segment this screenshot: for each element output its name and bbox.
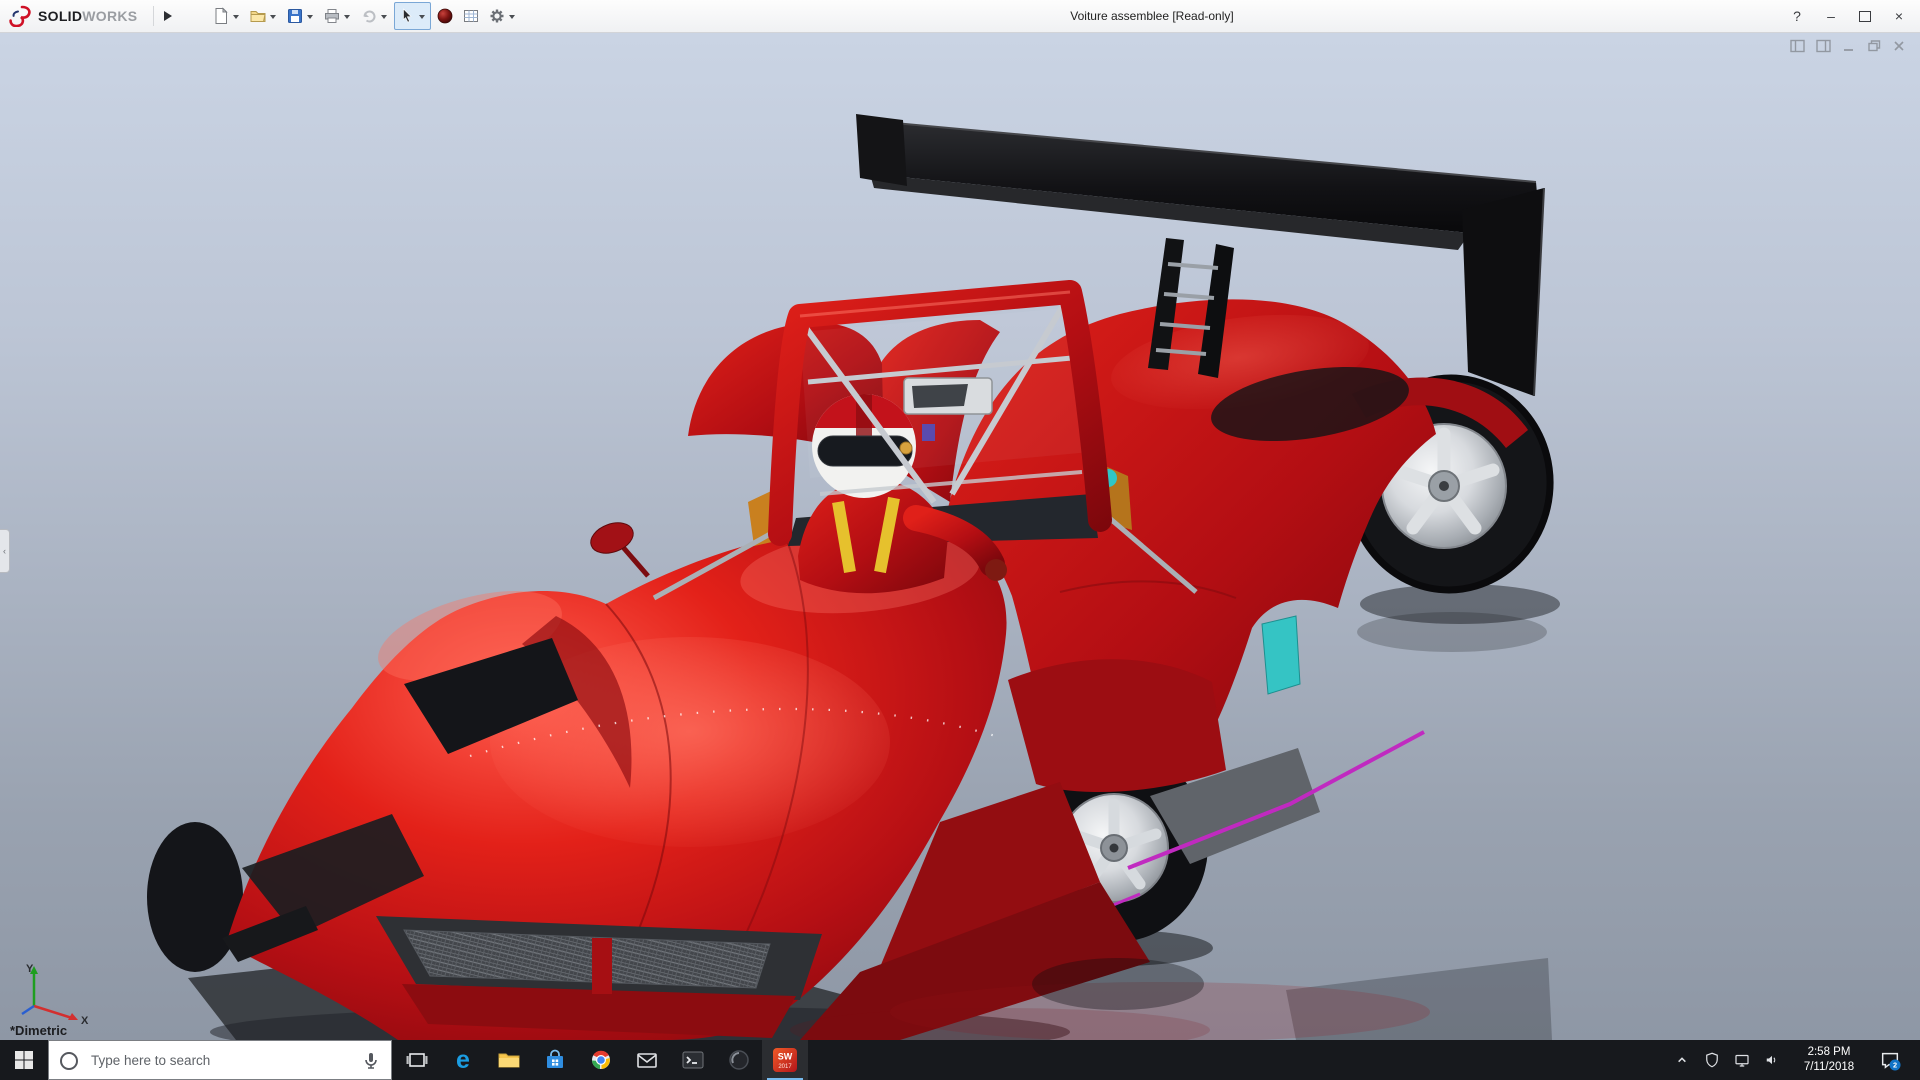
defender-tray-icon[interactable]	[1698, 1040, 1726, 1080]
print-icon	[323, 7, 341, 25]
mail-icon	[635, 1048, 659, 1072]
view-orientation-label: *Dimetric	[10, 1023, 67, 1038]
select-arrow-icon	[398, 7, 416, 25]
clock-date: 7/11/2018	[1796, 1060, 1862, 1075]
speaker-icon	[1763, 1051, 1781, 1069]
titlebar: SOLIDWORKS	[0, 0, 1920, 33]
svg-text:SW: SW	[778, 1052, 793, 1062]
expand-menu-arrow-icon[interactable]	[164, 11, 177, 21]
edge-icon: e	[456, 1048, 470, 1073]
open-folder-icon	[249, 7, 267, 25]
front-left-tire	[147, 822, 243, 972]
separator	[153, 6, 154, 26]
axis-x-label: X	[81, 1015, 89, 1024]
file-explorer-icon	[497, 1048, 521, 1072]
graphics-viewport[interactable]: ‹	[0, 32, 1920, 1040]
options-button[interactable]	[485, 3, 520, 29]
sheet-grid-icon	[462, 7, 480, 25]
pane-right-icon[interactable]	[1816, 39, 1832, 53]
microphone-icon[interactable]	[359, 1049, 383, 1073]
system-tray: 2:58 PM 7/11/2018 2	[1668, 1040, 1920, 1080]
open-button[interactable]	[246, 3, 281, 29]
task-view-button[interactable]	[394, 1040, 440, 1080]
new-document-icon	[212, 7, 230, 25]
dropdown-chevron-icon[interactable]	[381, 15, 387, 22]
document-window-controls	[1790, 39, 1906, 53]
dropdown-chevron-icon[interactable]	[509, 15, 515, 22]
car-model-3d[interactable]	[0, 32, 1920, 1040]
taskbar-search[interactable]	[48, 1040, 392, 1080]
undo-button[interactable]	[357, 3, 392, 29]
windscreen-header	[904, 378, 992, 414]
select-tool-button[interactable]	[394, 2, 431, 30]
dropdown-chevron-icon[interactable]	[270, 15, 276, 22]
browser-circle-icon	[589, 1048, 613, 1072]
edge-button[interactable]: e	[440, 1040, 486, 1080]
dropdown-chevron-icon[interactable]	[233, 15, 239, 22]
windows-logo-icon	[14, 1050, 34, 1070]
start-button[interactable]	[0, 1040, 48, 1080]
side-mirror	[587, 517, 648, 576]
volume-tray-icon[interactable]	[1758, 1040, 1786, 1080]
close-document-icon[interactable]	[1892, 39, 1906, 53]
solidworks-app-button[interactable]: SW 2017	[762, 1040, 808, 1080]
dark-app-button[interactable]	[716, 1040, 762, 1080]
restore-document-icon[interactable]	[1866, 39, 1882, 53]
save-floppy-icon	[286, 7, 304, 25]
store-icon	[543, 1048, 567, 1072]
cortana-ring-icon	[57, 1049, 81, 1073]
close-button[interactable]: ×	[1882, 0, 1916, 32]
red-sphere-icon	[436, 7, 454, 25]
brand-text: SOLIDWORKS	[38, 8, 137, 24]
drawing-sheet-button[interactable]	[459, 3, 483, 29]
action-center-button[interactable]: 2	[1872, 1040, 1908, 1080]
window-title: Voiture assemblee [Read-only]	[1070, 0, 1233, 32]
ds-logo-icon	[8, 5, 34, 27]
taskbar: e	[0, 1040, 1920, 1080]
cyan-duct	[1262, 616, 1300, 694]
help-button[interactable]: ?	[1780, 0, 1814, 32]
appearance-sphere-button[interactable]	[433, 3, 457, 29]
dropdown-chevron-icon[interactable]	[344, 15, 350, 22]
new-document-button[interactable]	[209, 3, 244, 29]
task-view-icon	[405, 1048, 429, 1072]
taskbar-apps: e	[394, 1040, 808, 1080]
store-button[interactable]	[532, 1040, 578, 1080]
chevron-up-icon	[1672, 1050, 1692, 1070]
dropdown-chevron-icon[interactable]	[307, 15, 313, 22]
orientation-triad: Y X	[18, 960, 98, 1024]
file-explorer-button[interactable]	[486, 1040, 532, 1080]
mail-button[interactable]	[624, 1040, 670, 1080]
network-tray-icon[interactable]	[1728, 1040, 1756, 1080]
search-input[interactable]	[89, 1052, 343, 1069]
dark-app-icon	[727, 1048, 751, 1072]
action-center-icon: 2	[1879, 1049, 1901, 1071]
restore-icon	[1859, 11, 1871, 22]
minimize-document-icon[interactable]	[1842, 39, 1856, 53]
browser-button[interactable]	[578, 1040, 624, 1080]
notification-badge: 2	[1893, 1061, 1897, 1070]
restore-button[interactable]	[1848, 0, 1882, 32]
dropdown-chevron-icon[interactable]	[419, 15, 425, 22]
minimize-button[interactable]: –	[1814, 0, 1848, 32]
hidden-icons-button[interactable]	[1668, 1040, 1696, 1080]
taskbar-clock[interactable]: 2:58 PM 7/11/2018	[1788, 1045, 1870, 1075]
print-button[interactable]	[320, 3, 355, 29]
network-icon	[1733, 1051, 1751, 1069]
undo-icon	[360, 7, 378, 25]
save-button[interactable]	[283, 3, 318, 29]
svg-text:2017: 2017	[778, 1064, 792, 1070]
window-controls: ? – ×	[1780, 0, 1916, 32]
command-prompt-button[interactable]	[670, 1040, 716, 1080]
command-prompt-icon	[681, 1048, 705, 1072]
axis-y-label: Y	[26, 963, 34, 975]
gear-icon	[488, 7, 506, 25]
solidworks-app-icon: SW 2017	[772, 1047, 798, 1073]
pane-left-icon[interactable]	[1790, 39, 1806, 53]
shield-icon	[1703, 1051, 1721, 1069]
clock-time: 2:58 PM	[1796, 1045, 1862, 1060]
quick-access-toolbar	[209, 2, 520, 30]
solidworks-logo: SOLIDWORKS	[0, 0, 147, 32]
